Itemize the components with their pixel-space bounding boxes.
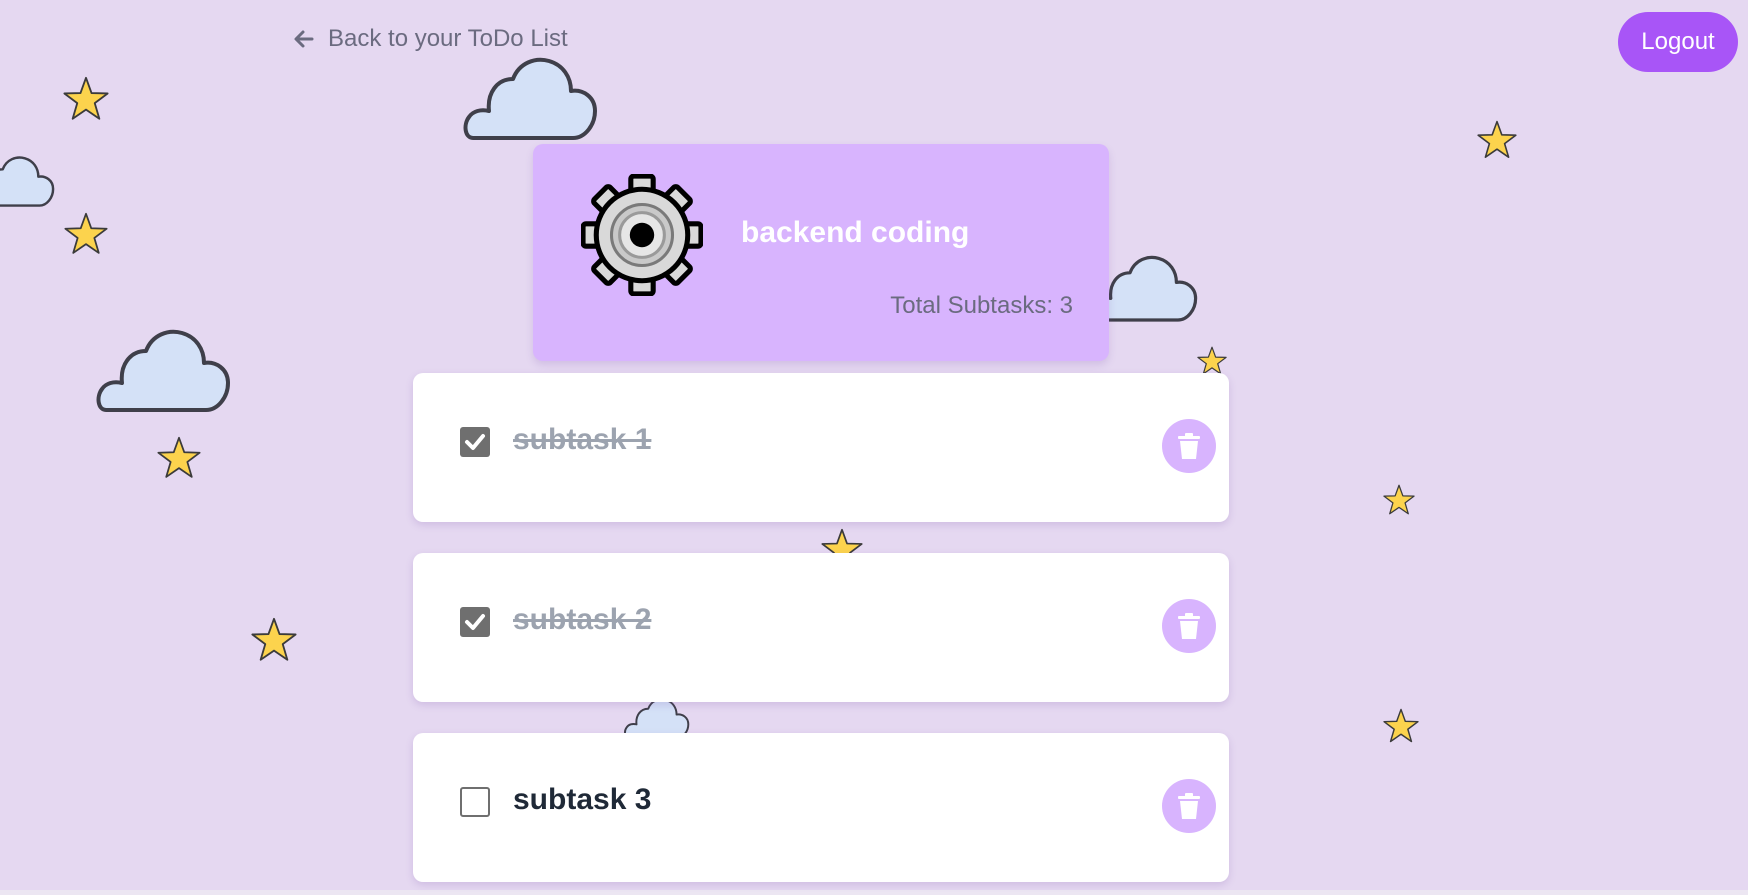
- delete-subtask-button[interactable]: [1162, 419, 1216, 473]
- subtask-card: subtask 1: [413, 373, 1229, 522]
- star-decoration: [1196, 346, 1228, 376]
- checkmark-icon: [465, 614, 485, 630]
- task-title: backend coding: [741, 216, 970, 249]
- cloud-decoration: [96, 324, 236, 416]
- star-decoration: [1477, 120, 1517, 160]
- star-decoration: [1383, 484, 1415, 516]
- star-decoration: [251, 617, 297, 663]
- subtask-checkbox[interactable]: [460, 427, 490, 457]
- bottom-bar: [0, 890, 1748, 895]
- checkmark-icon: [465, 434, 485, 450]
- subtask-card: subtask 3: [413, 733, 1229, 882]
- cloud-decoration: [0, 138, 58, 224]
- total-subtasks-count: Total Subtasks: 3: [890, 292, 1073, 319]
- subtask-checkbox[interactable]: [460, 607, 490, 637]
- star-decoration: [1383, 708, 1419, 744]
- trash-icon: [1178, 613, 1200, 639]
- subtask-label: subtask 2: [513, 603, 652, 636]
- logout-button[interactable]: Logout: [1618, 12, 1738, 72]
- trash-icon: [1178, 793, 1200, 819]
- task-header-card: backend coding Total Subtasks: 3: [533, 144, 1109, 361]
- back-link-label: Back to your ToDo List: [328, 25, 568, 52]
- subtask-label: subtask 1: [513, 423, 652, 456]
- subtask-card: subtask 2: [413, 553, 1229, 702]
- arrow-left-icon: [294, 30, 314, 48]
- star-decoration: [64, 212, 108, 256]
- subtask-checkbox[interactable]: [460, 787, 490, 817]
- star-decoration: [157, 436, 201, 480]
- delete-subtask-button[interactable]: [1162, 779, 1216, 833]
- back-to-list-link[interactable]: Back to your ToDo List: [292, 25, 568, 53]
- subtask-label: subtask 3: [513, 783, 652, 816]
- gear-icon: [581, 174, 703, 296]
- trash-icon: [1178, 433, 1200, 459]
- cloud-decoration: [463, 52, 603, 144]
- star-decoration: [63, 76, 109, 122]
- delete-subtask-button[interactable]: [1162, 599, 1216, 653]
